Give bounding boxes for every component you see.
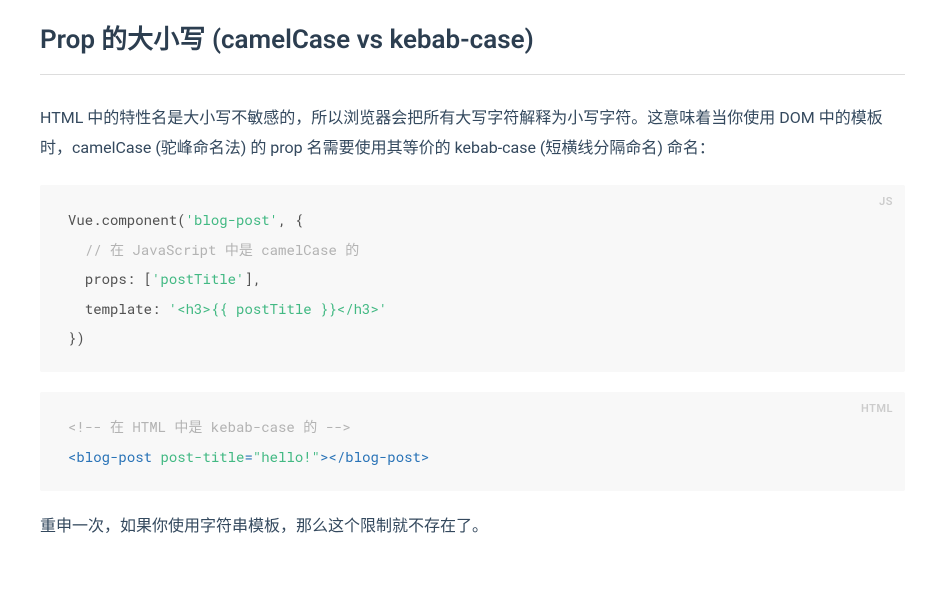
code-content-html: <!-- 在 HTML 中是 kebab-case 的 --> <blog-po… <box>68 412 877 471</box>
intro-paragraph: HTML 中的特性名是大小写不敏感的，所以浏览器会把所有大写字符解释为小写字符。… <box>40 103 905 164</box>
section-heading: Prop 的大小写 (camelCase vs kebab-case) <box>40 20 905 75</box>
code-content-js: Vue.component('blog-post', { // 在 JavaSc… <box>68 205 877 352</box>
code-lang-label: HTML <box>861 400 893 418</box>
closing-paragraph: 重申一次，如果你使用字符串模板，那么这个限制就不存在了。 <box>40 511 905 541</box>
code-lang-label: JS <box>879 193 893 211</box>
code-block-js: JS Vue.component('blog-post', { // 在 Jav… <box>40 185 905 372</box>
code-block-html: HTML <!-- 在 HTML 中是 kebab-case 的 --> <bl… <box>40 392 905 491</box>
